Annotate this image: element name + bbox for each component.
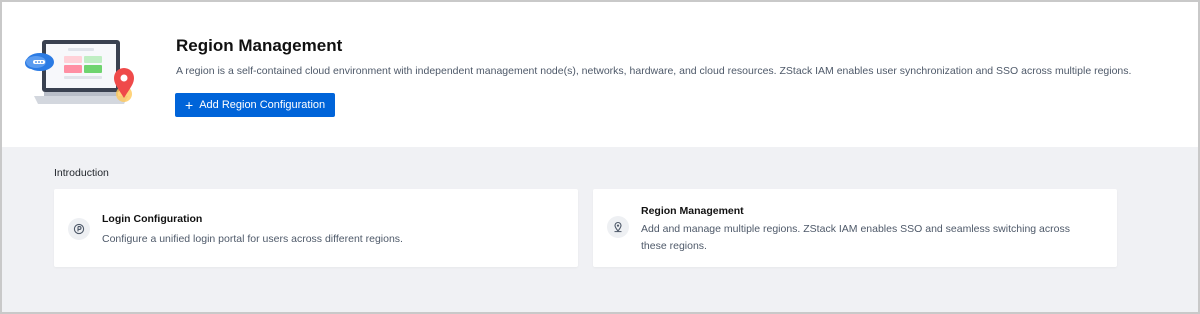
plus-icon: + <box>185 97 194 113</box>
introduction-section: Introduction Login Configuration Configu… <box>2 147 1198 312</box>
app-frame: Region Management A region is a self-con… <box>0 0 1200 314</box>
page-header: Region Management A region is a self-con… <box>2 2 1198 147</box>
introduction-title: Introduction <box>54 167 109 179</box>
location-pin-icon <box>607 216 629 238</box>
region-management-card: Region Management Add and manage multipl… <box>593 189 1117 267</box>
add-region-configuration-button[interactable]: + Add Region Configuration <box>175 93 336 117</box>
card-text-region: Add and manage multiple regions. ZStack … <box>641 223 1070 252</box>
cloud-laptop-illustration <box>24 38 142 114</box>
login-configuration-card: Login Configuration Configure a unified … <box>54 189 578 267</box>
login-icon <box>68 218 90 240</box>
page-title: Region Management <box>176 36 343 55</box>
card-text-login: Configure a unified login portal for use… <box>102 233 403 245</box>
add-region-configuration-label: Add Region Configuration <box>199 99 326 111</box>
page-description: A region is a self-contained cloud envir… <box>176 65 1132 77</box>
card-title-login: Login Configuration <box>102 213 203 225</box>
card-title-region: Region Management <box>641 205 744 217</box>
